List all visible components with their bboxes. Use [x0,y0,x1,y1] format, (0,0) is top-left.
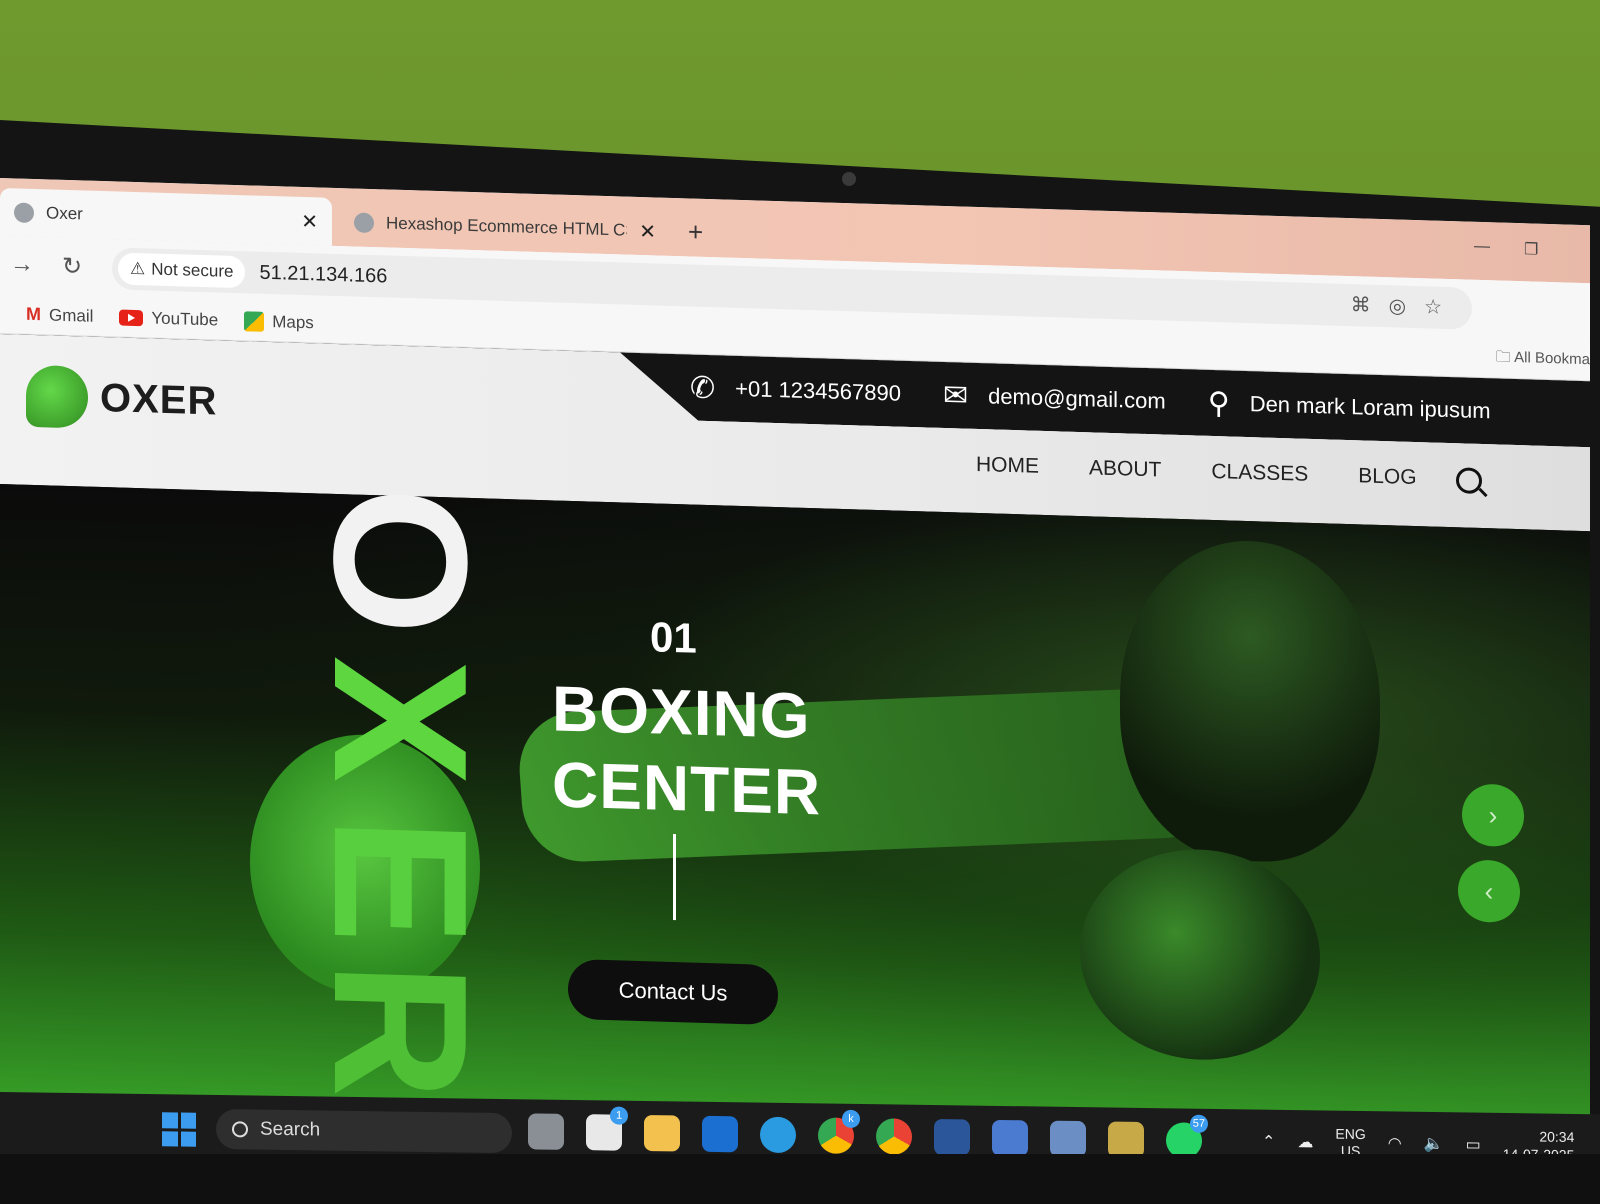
widgets-badge: 1 [610,1106,628,1125]
vertical-letter: O [294,483,506,638]
logo[interactable]: OXER [26,364,218,433]
location-text: Den mark Loram ipusum [1249,391,1491,424]
main-nav: HOME ABOUT CLASSES BLOG [976,453,1417,490]
website: OXER ✆ +01 1234567890 ✉ demo@gmail.com ⚲… [0,334,1590,1172]
location-pin-icon: ⚲ [1207,386,1230,420]
taskbar-search-label: Search [260,1118,321,1141]
chrome-profile-icon[interactable]: k [818,1109,860,1154]
nav-about[interactable]: ABOUT [1089,456,1161,482]
eye-off-icon[interactable]: ◎ [1389,293,1406,319]
nav-blog[interactable]: BLOG [1358,464,1416,490]
bookmark-youtube[interactable]: YouTube [119,307,218,330]
network-icon[interactable] [1050,1120,1086,1158]
hero-title-line2: CENTER [552,748,822,829]
security-app-icon[interactable] [1108,1121,1144,1158]
webcam [842,172,856,186]
email-address: demo@gmail.com [988,383,1166,414]
close-tab-icon[interactable]: ✕ [301,208,318,233]
hero-title: BOXING CENTER [552,670,821,830]
vertical-letter: X [294,654,506,788]
url-text[interactable]: 51.21.134.166 [259,261,387,288]
battery-icon[interactable]: ▭ [1466,1134,1481,1154]
hero-image-boxer [1120,537,1380,865]
boxing-glove-icon [26,364,88,429]
word-icon[interactable] [934,1119,970,1156]
chevron-up-icon[interactable]: ⌃ [1262,1132,1275,1152]
tab-title: Oxer [46,203,83,224]
bookmark-maps[interactable]: Maps [244,310,314,333]
windows-start-icon[interactable] [162,1112,196,1147]
brand-name: OXER [100,375,218,423]
email-info[interactable]: ✉ demo@gmail.com [943,377,1166,419]
prev-slide-button[interactable]: ‹ [1458,859,1520,924]
volume-icon[interactable]: 🔈 [1424,1134,1444,1154]
whatsapp-badge: 57 [1189,1114,1208,1133]
security-label: Not secure [151,259,234,281]
location-info[interactable]: ⚲ Den mark Loram ipusum [1208,385,1491,428]
bookmark-label: Maps [272,311,314,332]
hero-divider [673,833,676,921]
search-icon [232,1121,248,1138]
language-code: ENG [1335,1125,1366,1143]
cloud-icon[interactable]: ☁ [1297,1132,1313,1152]
bookmark-label: YouTube [151,307,219,329]
maps-icon [244,310,265,332]
vertical-brand-word: O X E R [294,473,506,1103]
youtube-icon [119,309,144,326]
next-slide-button[interactable]: › [1462,783,1524,848]
search-icon[interactable] [1456,467,1482,494]
star-icon[interactable]: ☆ [1424,294,1442,320]
screen: Oxer ✕ Hexashop Ecommerce HTML CS ✕ + — … [0,178,1590,1172]
clock-time: 20:34 [1539,1128,1575,1145]
globe-icon [354,212,374,234]
edge-icon[interactable] [760,1116,796,1154]
translate-icon[interactable]: ⌘ [1351,292,1371,318]
mail-icon: ✉ [942,378,969,413]
contact-us-button[interactable]: Contact Us [568,958,778,1026]
close-tab-icon[interactable]: ✕ [639,218,656,243]
reload-icon[interactable]: ↻ [62,252,82,282]
minimize-icon[interactable]: — [1474,238,1490,256]
all-bookmarks[interactable]: 🗀 All Bookma [1496,346,1590,374]
slide-number: 01 [650,613,697,662]
chrome-icon[interactable] [876,1118,912,1155]
gmail-icon: M [26,303,41,325]
phone-icon: ✆ [690,370,716,405]
tab-title: Hexashop Ecommerce HTML CS [386,213,628,240]
hero-slider: O X E R 01 BOXING CENTER Contact Us › ‹ [0,484,1590,1172]
hero-image-glove-right [1080,846,1320,1064]
chrome-profile-badge: k [842,1109,860,1129]
taskbar-search[interactable]: Search [216,1109,512,1154]
omnibox-icons: ⌘ ◎ ☆ [1351,292,1442,320]
globe-icon [14,202,34,224]
outlook-icon[interactable] [702,1115,738,1153]
file-explorer-icon[interactable] [644,1114,680,1152]
nav-classes[interactable]: CLASSES [1211,460,1308,487]
hero-title-line1: BOXING [552,672,811,753]
phone-number: +01 1234567890 [735,375,901,406]
forward-icon[interactable]: → [10,250,34,279]
widgets-icon[interactable]: 1 [586,1106,628,1151]
warning-icon: ⚠ [130,258,146,279]
laptop-base [0,1154,1600,1204]
new-tab-button[interactable]: + [688,216,703,247]
all-bookmarks-label: All Bookma [1514,348,1590,369]
nav-home[interactable]: HOME [976,453,1039,479]
task-view-icon[interactable] [528,1113,564,1150]
restore-icon[interactable]: ❐ [1524,239,1538,259]
bookmark-label: Gmail [49,304,94,326]
remote-desktop-icon[interactable] [992,1119,1028,1157]
bookmark-gmail[interactable]: M Gmail [26,304,93,327]
phone-info[interactable]: ✆ +01 1234567890 [690,370,901,411]
wifi-icon[interactable]: ◠ [1388,1133,1402,1153]
security-chip[interactable]: ⚠ Not secure [118,252,246,289]
taskbar-apps: 1 k 57 [528,1106,1208,1159]
